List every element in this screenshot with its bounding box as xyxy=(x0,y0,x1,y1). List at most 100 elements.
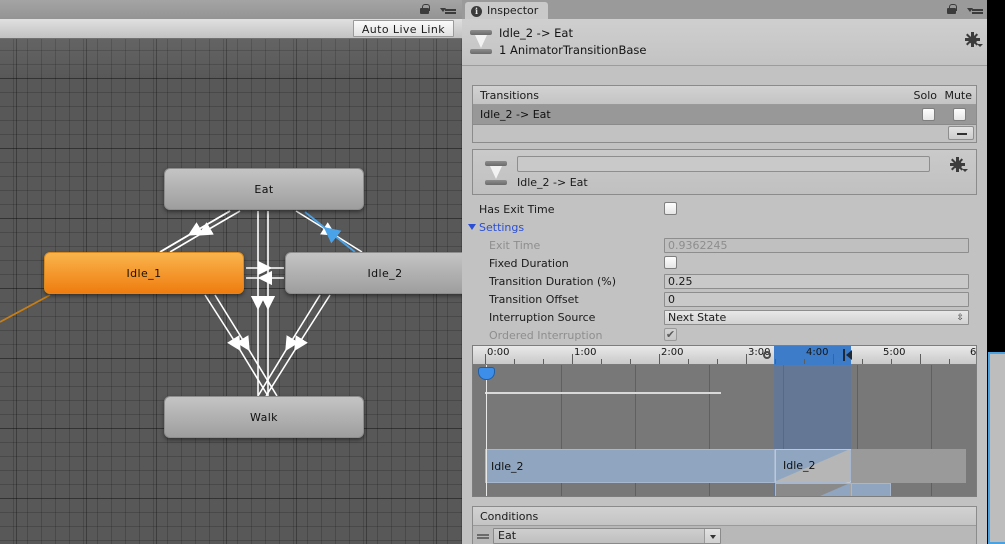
transitions-footer xyxy=(473,125,976,142)
object-header: Idle_2 -> Eat 1 AnimatorTransitionBase xyxy=(462,19,987,66)
state-node-label: Walk xyxy=(250,410,278,424)
solo-column-label: Solo xyxy=(913,89,938,102)
state-node-idle-1[interactable]: Idle_1 xyxy=(44,252,244,294)
animator-toolbar: Auto Live Link xyxy=(0,19,462,39)
exit-time-label: Exit Time xyxy=(489,239,541,252)
timeline-ruler[interactable]: 0:00 1:00 2:00 3:00 4:00 5:00 6:00 xyxy=(473,346,977,365)
lock-icon[interactable] xyxy=(419,4,430,15)
selected-transition-box: Idle_2 -> Eat xyxy=(472,149,977,195)
object-type: 1 AnimatorTransitionBase xyxy=(499,43,647,57)
property-row-interruption-source: Interruption Source Next State ⇳ xyxy=(462,309,987,326)
transition-duration-label: Transition Duration (%) xyxy=(489,275,616,288)
lock-icon[interactable] xyxy=(946,4,957,15)
timeline-clip-source-tail xyxy=(851,449,966,483)
property-row-fixed-duration: Fixed Duration xyxy=(462,255,987,272)
transition-icon xyxy=(470,30,492,54)
interruption-source-dropdown[interactable]: Next State ⇳ xyxy=(664,310,969,325)
property-row-has-exit-time: Has Exit Time xyxy=(462,201,987,218)
transitions-panel: Transitions Solo Mute Idle_2 -> Eat xyxy=(472,85,977,143)
interruption-source-label: Interruption Source xyxy=(489,311,596,324)
state-node-walk[interactable]: Walk xyxy=(164,396,364,438)
has-exit-time-label: Has Exit Time xyxy=(479,203,555,216)
transitions-header: Transitions Solo Mute xyxy=(473,86,976,105)
floating-window[interactable]: Fr xyxy=(988,352,1005,544)
state-node-label: Idle_1 xyxy=(126,266,162,280)
settings-foldout-label: Settings xyxy=(479,221,525,234)
timeline-tick-label: 4:00 xyxy=(806,347,829,358)
selected-transition-label: Idle_2 -> Eat xyxy=(517,176,588,189)
settings-foldout[interactable]: Settings xyxy=(468,221,524,234)
property-row-transition-offset: Transition Offset 0 xyxy=(462,291,987,308)
condition-parameter-value: Eat xyxy=(498,529,517,542)
info-icon: i xyxy=(471,6,482,17)
state-node-label: Idle_2 xyxy=(367,266,403,280)
playhead-handle[interactable] xyxy=(478,367,495,380)
state-node-idle-2[interactable]: Idle_2 xyxy=(285,252,462,294)
timeline-tick-label: 2:00 xyxy=(661,347,684,358)
timeline-tick-label: 6:00 xyxy=(970,347,977,358)
property-row-ordered-interruption: Ordered Interruption xyxy=(462,327,987,344)
condition-row: Eat xyxy=(473,526,976,544)
state-node-label: Eat xyxy=(254,182,274,196)
mute-column-label: Mute xyxy=(944,89,972,102)
hamburger-menu-icon[interactable] xyxy=(967,4,983,15)
property-row-transition-duration: Transition Duration (%) 0.25 xyxy=(462,273,987,290)
inspector-panel: i Inspector Idle_2 -> Eat 1 AnimatorTran… xyxy=(462,0,987,544)
tab-label: Inspector xyxy=(487,4,539,17)
mute-checkbox[interactable] xyxy=(953,108,966,121)
solo-checkbox[interactable] xyxy=(922,108,935,121)
timeline-duration-bar xyxy=(485,392,721,394)
inspector-body: Idle_2 -> Eat 1 AnimatorTransitionBase T… xyxy=(462,19,987,544)
timeline-clip-label: Eat xyxy=(781,494,799,496)
transitions-title: Transitions xyxy=(480,89,539,102)
conditions-title: Conditions xyxy=(480,510,539,523)
transition-duration-input[interactable]: 0.25 xyxy=(664,274,969,289)
table-row[interactable]: Idle_2 -> Eat xyxy=(473,105,976,125)
gear-icon[interactable] xyxy=(965,32,983,47)
timeline-playhead[interactable] xyxy=(478,365,495,496)
exit-time-input[interactable]: 0.9362245 xyxy=(664,238,969,253)
timeline-clip-dest[interactable] xyxy=(851,483,891,496)
ordered-interruption-label: Ordered Interruption xyxy=(489,329,603,342)
transition-offset-label: Transition Offset xyxy=(489,293,579,306)
animator-panel: Auto Live Link Eat Idle_1 Idle_2 Walk xyxy=(0,0,462,544)
timeline-clip-source[interactable]: Idle_2 xyxy=(485,449,775,483)
object-name: Idle_2 -> Eat xyxy=(499,26,573,40)
timeline-body[interactable]: Idle_2 Idle_2 Eat xyxy=(473,365,976,496)
conditions-header: Conditions xyxy=(473,507,976,526)
animator-tab-bar xyxy=(0,0,462,19)
hamburger-menu-icon[interactable] xyxy=(440,4,456,15)
transition-end-handle[interactable] xyxy=(843,349,852,361)
tab-inspector[interactable]: i Inspector xyxy=(465,2,549,19)
settings-foldout-row[interactable]: Settings xyxy=(462,219,987,236)
transition-name-input[interactable] xyxy=(517,156,930,172)
transition-icon xyxy=(485,161,507,185)
has-exit-time-checkbox[interactable] xyxy=(664,202,677,215)
condition-parameter-dropdown[interactable]: Eat xyxy=(493,528,721,544)
drag-handle-icon[interactable] xyxy=(477,534,489,539)
timeline-clip-dest-fade[interactable]: Eat xyxy=(775,483,851,496)
timeline-clip-label: Idle_2 xyxy=(783,459,816,472)
animator-state-graph[interactable]: Eat Idle_1 Idle_2 Walk xyxy=(0,39,462,544)
transition-start-handle[interactable] xyxy=(763,351,771,359)
timeline-tick-label: 5:00 xyxy=(883,347,906,358)
timeline-tick-label: 1:00 xyxy=(574,347,597,358)
transition-timeline[interactable]: 0:00 1:00 2:00 3:00 4:00 5:00 6:00 xyxy=(472,345,977,497)
gear-icon[interactable] xyxy=(950,157,968,172)
unity-editor-window: Auto Live Link Eat Idle_1 Idle_2 Walk i … xyxy=(0,0,1005,544)
property-row-exit-time: Exit Time 0.9362245 xyxy=(462,237,987,254)
fixed-duration-checkbox[interactable] xyxy=(664,256,677,269)
chevron-down-icon xyxy=(704,529,720,543)
remove-transition-button[interactable] xyxy=(948,126,974,140)
interruption-source-value: Next State xyxy=(668,311,727,324)
transition-offset-input[interactable]: 0 xyxy=(664,292,969,307)
chevron-down-icon xyxy=(468,224,476,230)
ordered-interruption-checkbox[interactable] xyxy=(664,328,677,341)
timeline-clip-label: Idle_2 xyxy=(491,460,524,473)
background-black-region xyxy=(987,0,1005,352)
auto-live-link-button[interactable]: Auto Live Link xyxy=(352,20,454,37)
timeline-tick-label: 0:00 xyxy=(487,347,510,358)
fixed-duration-label: Fixed Duration xyxy=(489,257,569,270)
state-node-eat[interactable]: Eat xyxy=(164,168,364,210)
inspector-tab-bar: i Inspector xyxy=(462,0,987,19)
